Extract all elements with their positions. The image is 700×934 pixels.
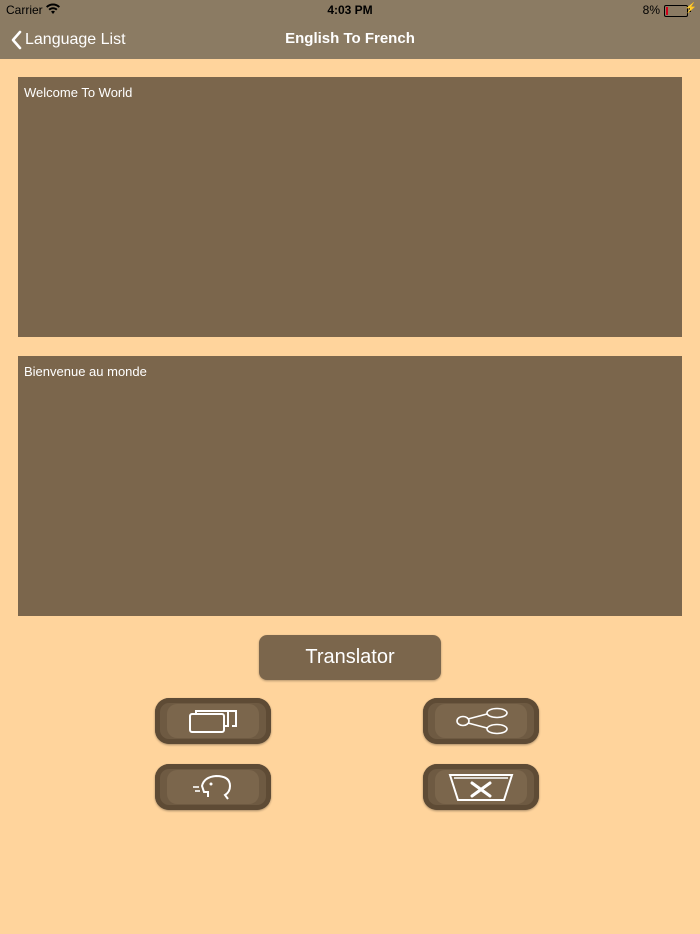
speak-button[interactable] [155,764,271,810]
status-bar: Carrier 4:03 PM 8% ⚡ [0,0,700,20]
share-button-face [435,704,527,738]
navigation-bar: Language List English To French [0,20,700,59]
status-time: 4:03 PM [327,3,373,17]
battery-fill [666,7,668,15]
delete-button[interactable] [423,764,539,810]
battery-percent: 8% [642,3,660,17]
translate-button[interactable]: Translator [259,635,441,680]
copy-icon [189,710,237,733]
copy-button[interactable] [155,698,271,744]
share-button[interactable] [423,698,539,744]
speak-button-face [167,770,259,804]
page-title: English To French [285,30,415,47]
charging-bolt-icon: ⚡ [684,3,697,14]
source-text-input[interactable]: Welcome To World [18,77,682,337]
delete-icon [448,774,514,801]
translated-text-output[interactable]: Bienvenue au monde [18,356,682,616]
delete-button-face [435,770,527,804]
copy-button-face [167,704,259,738]
share-icon [456,707,508,735]
speak-icon [193,774,232,800]
